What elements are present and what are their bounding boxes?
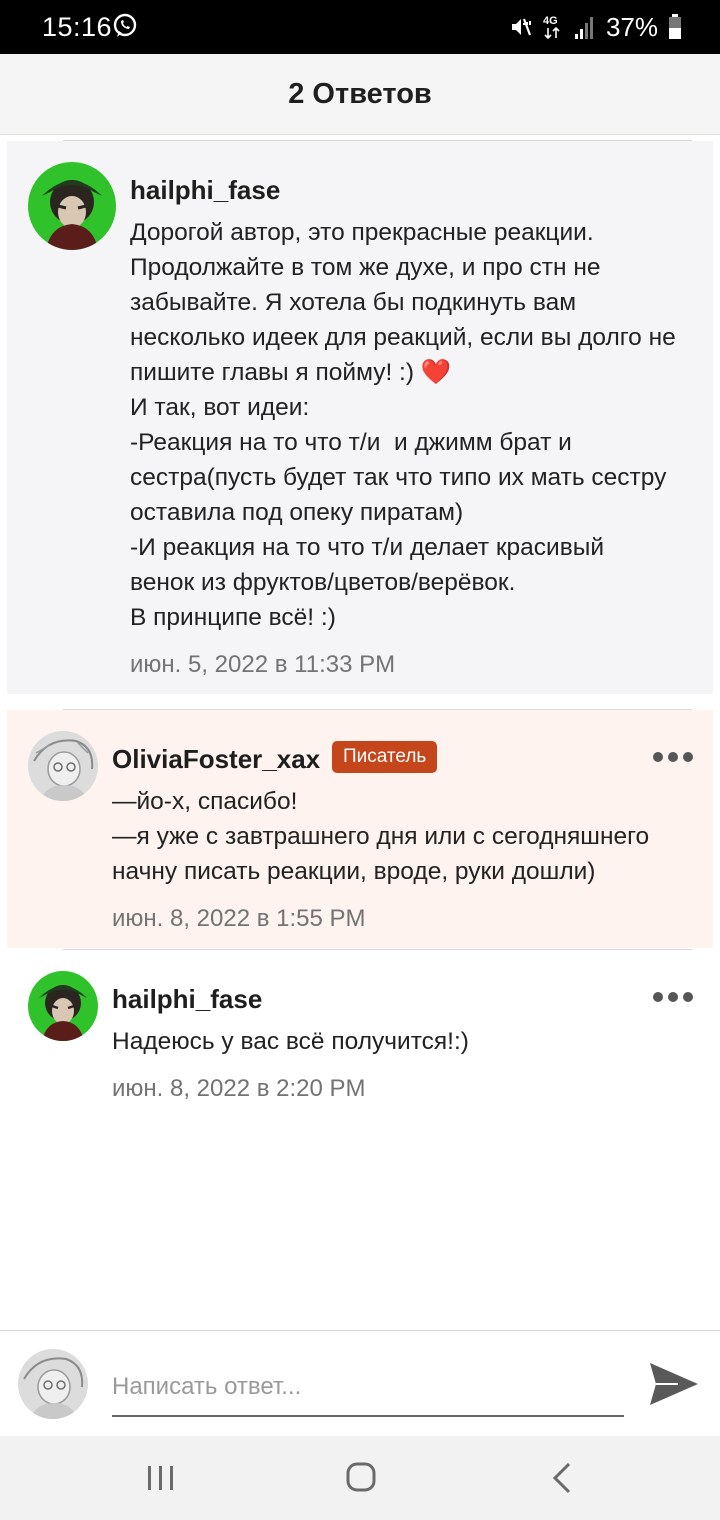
page-title: 2 Ответов [288, 78, 432, 110]
mute-icon [511, 18, 531, 36]
dot-icon [668, 752, 678, 762]
header: 2 Ответов [0, 54, 720, 135]
status-bar: 15:16 4G 37% [0, 0, 720, 54]
dot-icon [653, 992, 663, 1002]
comment-username[interactable]: hailphi_fase [130, 175, 280, 206]
reply-input[interactable] [112, 1359, 624, 1417]
more-options-button[interactable] [653, 990, 695, 1004]
my-avatar [18, 1349, 88, 1419]
reply-bar [0, 1330, 720, 1437]
comment-username[interactable]: OliviaFoster_xax [112, 744, 320, 775]
recent-apps-icon[interactable] [141, 1460, 181, 1496]
writer-badge: Писатель [332, 741, 438, 773]
avatar[interactable] [28, 971, 98, 1041]
comment-timestamp: июн. 8, 2022 в 2:20 PM [112, 1075, 366, 1102]
comment-text: —йо-х, спасибо! —я уже с завтрашнего дня… [112, 788, 650, 885]
comment-item: OliviaFoster_xax Писатель —йо-х, спасибо… [7, 710, 713, 948]
avatar[interactable] [28, 731, 98, 801]
network-icon: 4G [543, 15, 560, 40]
comment-timestamp: июн. 5, 2022 в 11:33 PM [130, 651, 396, 678]
battery-percent: 37% [605, 11, 658, 42]
dot-icon [653, 752, 663, 762]
comment-item: hailphi_fase Надеюсь у вас всё получится… [7, 958, 713, 1118]
battery-icon [669, 14, 681, 39]
divider [63, 949, 692, 950]
dot-icon [683, 752, 693, 762]
back-icon[interactable] [543, 1460, 583, 1496]
comment-username[interactable]: hailphi_fase [112, 984, 262, 1015]
comment-timestamp: июн. 8, 2022 в 1:55 PM [112, 905, 366, 932]
dot-icon [683, 992, 693, 1002]
status-right: 4G 37% [508, 12, 682, 42]
comment-item: hailphi_fase Дорогой автор, это прекрасн… [7, 141, 713, 694]
system-nav-bar [0, 1436, 720, 1520]
send-icon[interactable] [648, 1359, 700, 1409]
comment-text: Дорогой автор, это прекрасные реакции. П… [130, 219, 676, 631]
home-icon[interactable] [341, 1460, 381, 1496]
whatsapp-icon [113, 13, 137, 37]
avatar[interactable] [28, 162, 116, 250]
dot-icon [668, 992, 678, 1002]
comment-text: Надеюсь у вас всё получится!:) [112, 1028, 469, 1055]
signal-icon [574, 17, 593, 39]
more-options-button[interactable] [653, 750, 695, 764]
svg-text:4G: 4G [543, 15, 558, 27]
status-time: 15:16 [42, 12, 113, 42]
